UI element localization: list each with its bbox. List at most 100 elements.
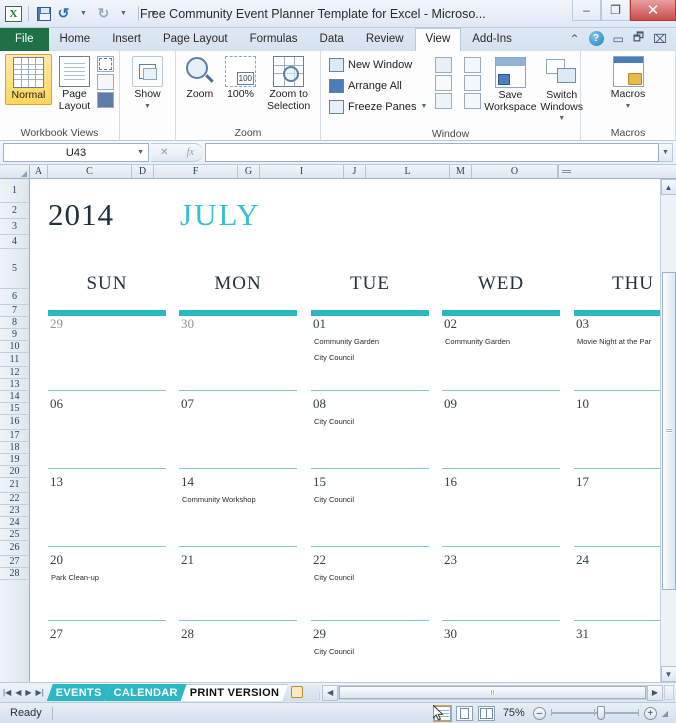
help-icon[interactable]: ? <box>588 31 604 46</box>
row-header-10[interactable]: 10 <box>0 341 29 353</box>
row-header-13[interactable]: 13 <box>0 379 29 391</box>
date-number-29-w0[interactable]: 29 <box>50 316 63 332</box>
date-number-30-w0[interactable]: 30 <box>181 316 194 332</box>
insert-function-icon[interactable]: fx <box>187 147 194 158</box>
cancel-formula-icon[interactable]: ✕ <box>160 147 168 158</box>
sheet-tab-print-version[interactable]: PRINT VERSION <box>181 684 288 701</box>
row-header-7[interactable]: 7 <box>0 305 29 317</box>
sheet-tab-events[interactable]: EVENTS <box>47 684 111 701</box>
date-number-06-w1[interactable]: 06 <box>50 396 63 412</box>
date-number-31-w4[interactable]: 31 <box>576 626 589 642</box>
date-number-30-w4[interactable]: 30 <box>444 626 457 642</box>
date-number-15-w2[interactable]: 15 <box>313 474 326 490</box>
quick-access-toolbar[interactable]: X ↺ ▼ ↻ ▼ ▼ <box>0 5 162 22</box>
date-number-02-w0[interactable]: 02 <box>444 316 457 332</box>
event-label[interactable]: City Council <box>314 417 354 426</box>
event-label[interactable]: City Council <box>314 647 354 656</box>
column-header-c[interactable]: C <box>48 165 132 178</box>
new-window-button[interactable]: New Window <box>326 55 430 74</box>
macros-button[interactable]: Macros ▼ <box>604 54 652 114</box>
date-number-24-w3[interactable]: 24 <box>576 552 589 568</box>
tab-review[interactable]: Review <box>355 29 415 51</box>
row-header-11[interactable]: 11 <box>0 353 29 367</box>
row-header-26[interactable]: 26 <box>0 541 29 556</box>
show-dropdown-icon[interactable]: ▼ <box>144 101 151 113</box>
tab-data[interactable]: Data <box>309 29 355 51</box>
freeze-panes-button[interactable]: Freeze Panes ▼ <box>326 97 430 116</box>
column-header-l[interactable]: L <box>366 165 450 178</box>
date-number-17-w2[interactable]: 17 <box>576 474 589 490</box>
column-header-f[interactable]: F <box>154 165 238 178</box>
row-header-20[interactable]: 20 <box>0 466 29 478</box>
column-header-o[interactable]: O <box>472 165 558 178</box>
tab-home[interactable]: Home <box>49 29 102 51</box>
excel-logo-icon[interactable]: X <box>5 5 22 22</box>
zoom-slider-thumb[interactable] <box>596 706 605 720</box>
row-header-9[interactable]: 9 <box>0 329 29 341</box>
split-box[interactable] <box>558 165 574 178</box>
expand-formula-bar-icon[interactable]: ▼ <box>659 143 673 162</box>
save-workspace-button[interactable]: Save Workspace <box>483 55 537 115</box>
formula-input[interactable] <box>205 143 659 162</box>
restore-window-icon[interactable]: 🗗 <box>633 28 644 49</box>
date-number-01-w0[interactable]: 01 <box>313 316 326 332</box>
tab-insert[interactable]: Insert <box>101 29 152 51</box>
undo-icon[interactable]: ↺ <box>55 5 72 22</box>
event-label[interactable]: Community Workshop <box>182 495 256 504</box>
close-button[interactable]: ✕ <box>630 0 676 21</box>
scroll-up-button[interactable]: ▲ <box>660 179 676 195</box>
date-number-28-w4[interactable]: 28 <box>181 626 194 642</box>
row-header-15[interactable]: 15 <box>0 403 29 415</box>
row-header-23[interactable]: 23 <box>0 505 29 517</box>
freeze-panes-dropdown-icon[interactable]: ▼ <box>420 103 427 110</box>
column-header-a[interactable]: A <box>30 165 48 178</box>
next-sheet-icon[interactable]: ▶ <box>25 688 31 697</box>
page-layout-view-icon[interactable] <box>455 705 473 721</box>
event-label[interactable]: City Council <box>314 573 354 582</box>
row-header-18[interactable]: 18 <box>0 442 29 454</box>
synchronous-scrolling-icon[interactable] <box>464 75 482 91</box>
row-header-16[interactable]: 16 <box>0 415 29 430</box>
undo-dropdown-icon[interactable]: ▼ <box>75 5 92 22</box>
date-number-13-w2[interactable]: 13 <box>50 474 63 490</box>
row-header-8[interactable]: 8 <box>0 317 29 329</box>
column-header-m[interactable]: M <box>450 165 472 178</box>
event-label[interactable]: Community Garden <box>314 337 379 346</box>
page-break-preview-icon[interactable] <box>97 56 114 72</box>
name-box[interactable]: U43 ▼ <box>3 143 149 162</box>
maximize-button[interactable]: ❐ <box>601 0 630 21</box>
date-number-22-w3[interactable]: 22 <box>313 552 326 568</box>
row-header-5[interactable]: 5 <box>0 249 29 289</box>
last-sheet-icon[interactable]: ▶| <box>36 688 44 697</box>
row-header-24[interactable]: 24 <box>0 517 29 529</box>
insert-worksheet-button[interactable] <box>282 684 322 701</box>
restore-down-icon[interactable]: ▭ <box>613 32 624 46</box>
row-header-28[interactable]: 28 <box>0 568 29 580</box>
tab-view[interactable]: View <box>414 28 462 51</box>
save-icon[interactable] <box>35 5 52 22</box>
zoom-in-button[interactable]: + <box>643 706 657 720</box>
event-label[interactable]: City Council <box>314 495 354 504</box>
date-number-10-w1[interactable]: 10 <box>576 396 589 412</box>
full-screen-icon[interactable] <box>97 92 114 108</box>
unhide-window-icon[interactable] <box>435 93 453 109</box>
row-header-4[interactable]: 4 <box>0 235 29 249</box>
row-header-21[interactable]: 21 <box>0 478 29 493</box>
date-number-29-w4[interactable]: 29 <box>313 626 326 642</box>
switch-windows-button[interactable]: Switch Windows ▼ <box>539 55 584 127</box>
vertical-scroll-thumb[interactable] <box>661 271 676 590</box>
calendar-canvas[interactable]: 2014 JULY SUN MON TUE WED THU 29 30 01 Community G… <box>30 179 660 682</box>
zoom-level-label[interactable]: 75% <box>500 707 528 719</box>
column-header-d[interactable]: D <box>132 165 154 178</box>
hide-window-icon[interactable] <box>435 75 453 91</box>
column-header-g[interactable]: G <box>238 165 260 178</box>
row-header-27[interactable]: 27 <box>0 556 29 568</box>
split-icon[interactable] <box>435 57 453 73</box>
sheet-tab-calendar[interactable]: CALENDAR <box>105 684 187 701</box>
date-number-03-w0[interactable]: 03 <box>576 316 589 332</box>
date-number-16-w2[interactable]: 16 <box>444 474 457 490</box>
close-window-icon[interactable]: ⌧ <box>653 32 667 46</box>
select-all-corner[interactable] <box>0 165 30 178</box>
tab-file[interactable]: File <box>0 28 49 51</box>
page-layout-button[interactable]: Page Layout <box>54 54 95 114</box>
